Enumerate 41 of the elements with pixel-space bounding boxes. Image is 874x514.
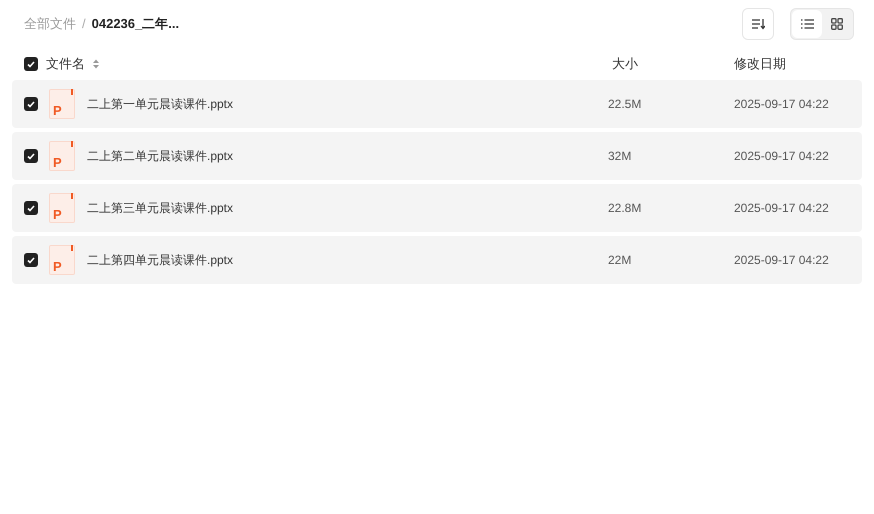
checkbox[interactable] xyxy=(24,253,38,267)
file-row[interactable]: P 二上第一单元晨读课件.pptx 22.5M 2025-09-17 04:22 xyxy=(12,80,862,128)
file-name: 二上第三单元晨读课件.pptx xyxy=(87,200,234,217)
sort-arrows-icon[interactable] xyxy=(93,59,99,69)
grid-icon xyxy=(831,18,843,30)
presentation-file-icon: P xyxy=(49,141,75,171)
file-name: 二上第一单元晨读课件.pptx xyxy=(87,96,234,113)
list-view-button[interactable] xyxy=(792,10,822,38)
presentation-file-icon: P xyxy=(49,245,75,275)
sort-icon xyxy=(751,18,765,30)
presentation-file-icon: P xyxy=(49,193,75,223)
modified-date: 2025-09-17 04:22 xyxy=(734,252,829,269)
breadcrumb-separator: / xyxy=(82,15,86,34)
file-row[interactable]: P 二上第四单元晨读课件.pptx 22M 2025-09-17 04:22 xyxy=(12,236,862,284)
current-folder[interactable]: 042236_二年... xyxy=(92,14,180,34)
file-row[interactable]: P 二上第二单元晨读课件.pptx 32M 2025-09-17 04:22 xyxy=(12,132,862,180)
checkmark-icon xyxy=(27,60,35,68)
file-size: 22.5M xyxy=(608,96,642,113)
file-name: 二上第二单元晨读课件.pptx xyxy=(87,148,234,165)
checkmark-icon xyxy=(27,100,35,108)
modified-date: 2025-09-17 04:22 xyxy=(734,200,829,217)
modified-date: 2025-09-17 04:22 xyxy=(734,96,829,113)
list-icon xyxy=(800,19,814,29)
checkbox[interactable] xyxy=(24,201,38,215)
checkbox[interactable] xyxy=(24,97,38,111)
file-row[interactable]: P 二上第三单元晨读课件.pptx 22.8M 2025-09-17 04:22 xyxy=(12,184,862,232)
presentation-file-icon: P xyxy=(49,89,75,119)
checkbox[interactable] xyxy=(24,149,38,163)
checkmark-icon xyxy=(27,152,35,160)
checkmark-icon xyxy=(27,204,35,212)
checkmark-icon xyxy=(27,256,35,264)
checkbox[interactable] xyxy=(24,57,38,71)
file-size: 22M xyxy=(608,252,632,269)
name-column-header[interactable]: 文件名 xyxy=(46,54,85,74)
size-column-header: 大小 xyxy=(611,55,639,74)
modified-date: 2025-09-17 04:22 xyxy=(734,148,829,165)
sort-button[interactable] xyxy=(742,8,774,40)
file-size: 22.8M xyxy=(608,200,642,217)
file-name: 二上第四单元晨读课件.pptx xyxy=(87,252,234,269)
date-column-header: 修改日期 xyxy=(734,55,786,74)
file-size: 32M xyxy=(608,148,632,165)
